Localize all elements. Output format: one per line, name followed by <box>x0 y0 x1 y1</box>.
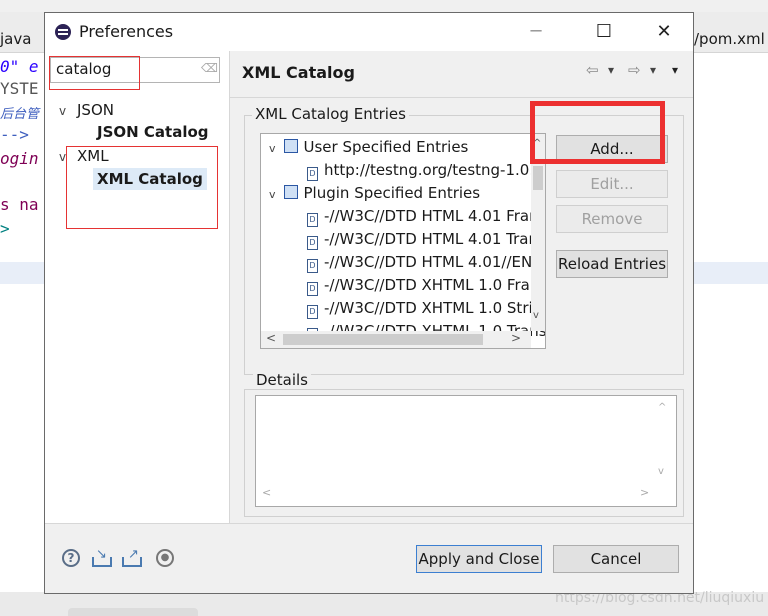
page-title: XML Catalog <box>242 63 355 82</box>
back-arrow-icon[interactable]: ⇦ <box>586 61 599 79</box>
details-text-area[interactable]: ^ v < > <box>255 395 677 507</box>
expander-plugin-entries[interactable]: v <box>269 188 276 201</box>
scroll-left-icon[interactable]: < <box>266 331 276 345</box>
tree-item-json-catalog[interactable]: JSON Catalog <box>97 123 209 141</box>
close-button[interactable]: ✕ <box>641 13 687 51</box>
details-scroll-left-icon[interactable]: < <box>262 486 271 499</box>
remove-button[interactable]: Remove <box>556 205 668 233</box>
tree-row-entry[interactable]: D -//W3C//DTD XHTML 1.0 Strict//EN <box>307 299 545 319</box>
tree-row-entry[interactable]: D -//W3C//DTD HTML 4.01//EN <box>307 253 532 273</box>
code-line-4: --> <box>0 125 29 144</box>
tree-row-user-entries[interactable]: v User Specified Entries <box>269 138 468 156</box>
expander-user-entries[interactable]: v <box>269 142 276 155</box>
bottom-separator <box>45 523 693 524</box>
help-icon[interactable]: ? <box>62 549 80 567</box>
tree-item-json[interactable]: JSON <box>77 101 114 119</box>
cancel-button[interactable]: Cancel <box>553 545 679 573</box>
background-toolbar <box>0 0 768 12</box>
annotation-box-xml <box>66 146 218 229</box>
catalog-icon <box>283 139 298 153</box>
dtd-file-icon: D <box>307 259 318 273</box>
code-line-1: 0" e <box>0 57 39 76</box>
tree-expander-json[interactable]: v <box>59 101 66 119</box>
tree-row-label: -//W3C//DTD XHTML 1.0 Strict//EN <box>324 299 545 317</box>
dtd-file-icon: D <box>307 305 318 319</box>
background-tab-java[interactable]: java <box>0 30 31 48</box>
scroll-down-icon[interactable]: v <box>533 310 539 321</box>
preference-tree-pane: catalog ⌫ v JSON JSON Catalog v XML XML … <box>45 51 230 523</box>
reload-entries-button[interactable]: Reload Entries <box>556 250 668 278</box>
tree-row-testng[interactable]: Dhttp://testng.org/testng-1.0.dtd <box>307 161 546 181</box>
tree-row-label: -//W3C//DTD XHTML 1.0 Frameset//EN <box>324 276 545 294</box>
catalog-icon <box>283 185 298 199</box>
clear-filter-icon[interactable]: ⌫ <box>201 61 218 75</box>
edit-button[interactable]: Edit... <box>556 170 668 198</box>
tree-row-entry[interactable]: D -//W3C//DTD HTML 4.01 Transitional//EN <box>307 230 545 250</box>
tree-vertical-scroll-thumb[interactable] <box>533 166 543 190</box>
code-line-5: ogin <box>0 149 39 168</box>
background-current-line-right <box>694 262 768 284</box>
dtd-file-icon: D <box>307 213 318 227</box>
tree-horizontal-scroll-thumb[interactable] <box>283 334 483 345</box>
code-line-7: s na <box>0 195 39 214</box>
tree-row-label: Plugin Specified Entries <box>303 184 481 202</box>
apply-and-close-button[interactable]: Apply and Close <box>416 545 542 573</box>
tree-row-label: -//W3C//DTD HTML 4.01 Transitional//EN <box>324 230 545 248</box>
dtd-file-icon: D <box>307 167 318 181</box>
dtd-file-icon: D <box>307 236 318 250</box>
background-bottom-tab[interactable] <box>68 608 198 616</box>
record-icon[interactable]: ● <box>156 549 174 567</box>
code-line-8: > <box>0 219 10 238</box>
details-scroll-up-icon[interactable]: ^ <box>658 402 666 413</box>
tree-row-label: -//W3C//DTD HTML 4.01//EN <box>324 253 533 271</box>
tree-horizontal-scrollbar[interactable]: < > <box>261 331 531 348</box>
code-line-2: YSTE <box>0 79 39 98</box>
tree-row-label: User Specified Entries <box>303 138 469 156</box>
export-icon[interactable]: ↗ <box>122 548 142 567</box>
tree-row-label: http://testng.org/testng-1.0.dtd <box>324 161 546 179</box>
tree-row-entry[interactable]: D -//W3C//DTD XHTML 1.0 Frameset//EN <box>307 276 545 296</box>
header-separator <box>230 97 693 98</box>
catalog-entries-label: XML Catalog Entries <box>252 105 409 123</box>
import-icon[interactable]: ↘ <box>92 548 112 567</box>
dtd-file-icon: D <box>307 282 318 296</box>
tree-row-entry[interactable]: D -//W3C//DTD HTML 4.01 Frameset//EN <box>307 207 545 227</box>
scroll-right-icon[interactable]: > <box>511 331 521 345</box>
minimize-button[interactable]: ─ <box>513 13 559 51</box>
details-scroll-down-icon[interactable]: v <box>658 466 664 477</box>
catalog-entries-tree[interactable]: v User Specified Entries Dhttp://testng.o… <box>260 133 546 349</box>
preferences-dialog: Preferences ─ ☐ ✕ catalog ⌫ v JSON JSON … <box>44 12 694 594</box>
title-bar[interactable]: Preferences ─ ☐ ✕ <box>45 13 693 51</box>
annotation-box-add <box>530 101 665 164</box>
details-scroll-right-icon[interactable]: > <box>640 486 649 499</box>
tree-row-label: -//W3C//DTD HTML 4.01 Frameset//EN <box>324 207 545 225</box>
back-menu-icon[interactable]: ▾ <box>608 63 614 77</box>
forward-menu-icon[interactable]: ▾ <box>650 63 656 77</box>
tree-row-plugin-entries[interactable]: v Plugin Specified Entries <box>269 184 480 202</box>
maximize-button[interactable]: ☐ <box>581 13 627 51</box>
eclipse-logo-icon <box>55 24 71 40</box>
code-line-3: 后台管 <box>0 107 40 122</box>
background-tab-pom[interactable]: /pom.xml <box>694 30 765 48</box>
details-label: Details <box>253 371 312 389</box>
view-menu-icon[interactable]: ▾ <box>672 63 678 77</box>
annotation-box-filter <box>49 56 140 90</box>
background-current-line <box>0 262 44 284</box>
forward-arrow-icon[interactable]: ⇨ <box>628 61 641 79</box>
dialog-title: Preferences <box>79 22 174 41</box>
